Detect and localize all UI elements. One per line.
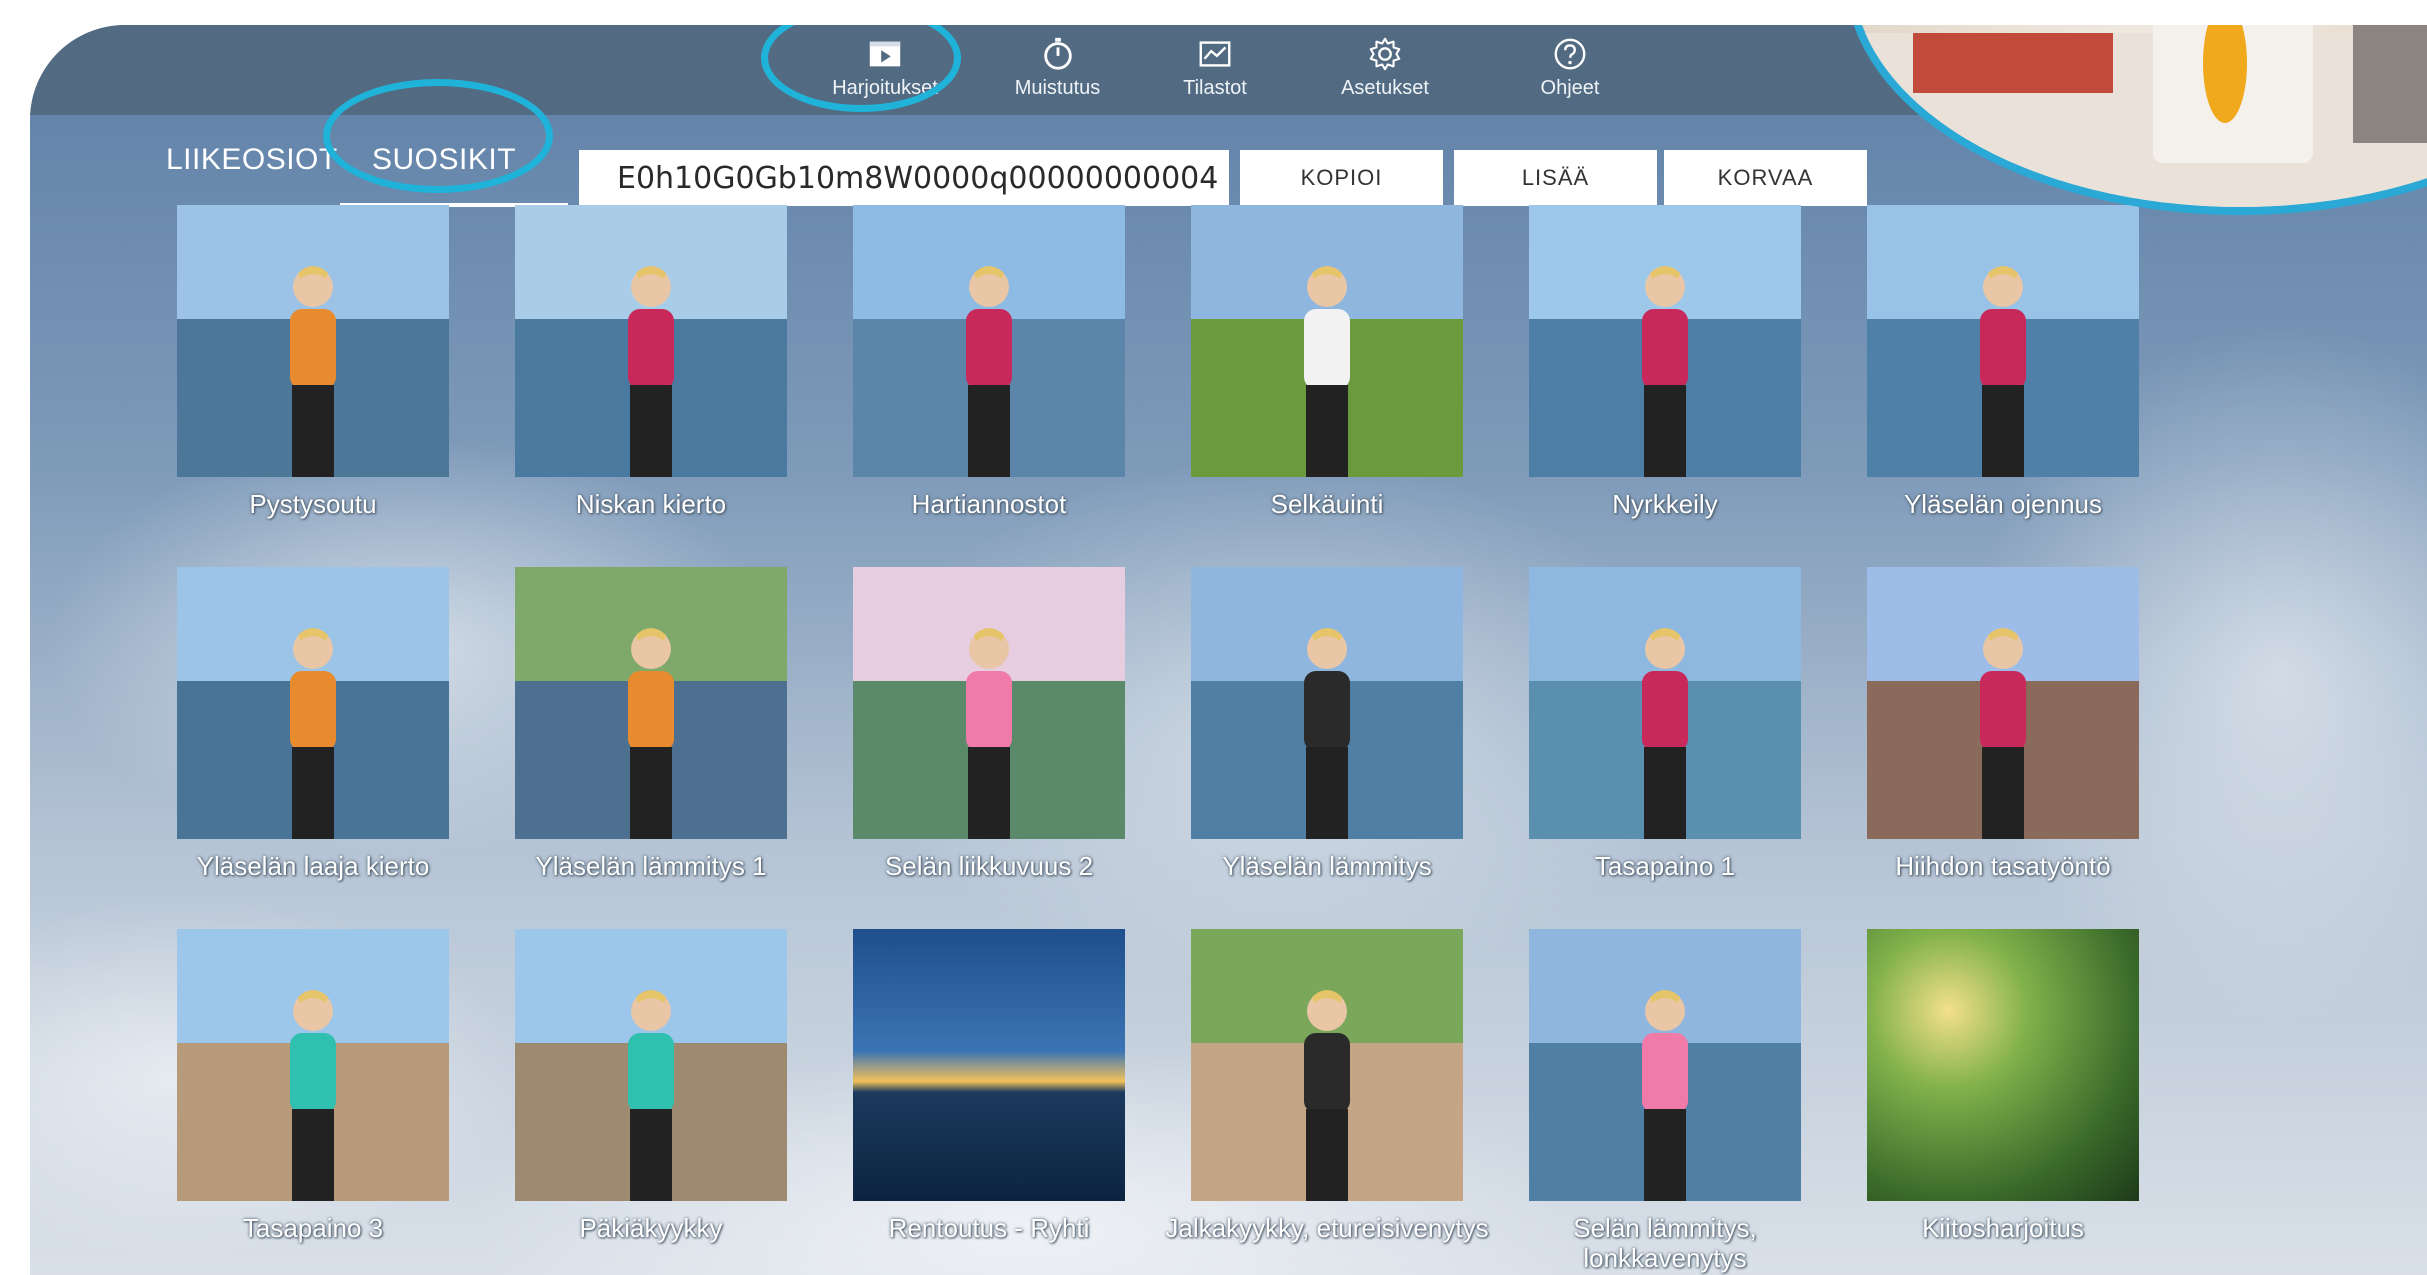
- exercise-name: Selän liikkuvuus 2: [884, 851, 1094, 881]
- exercise-tile[interactable]: Päkiäkyykky: [515, 929, 787, 1243]
- exercise-person-image: [1928, 607, 2078, 839]
- exercise-thumbnail: [1529, 567, 1801, 839]
- exercise-thumbnail: [1867, 205, 2139, 477]
- exercise-tile[interactable]: Hartiannostot: [853, 205, 1125, 519]
- exercise-person-image: [914, 245, 1064, 477]
- exercise-person-image: [1590, 969, 1740, 1201]
- exercise-tile[interactable]: Selän lämmitys, lonkkavenytys: [1529, 929, 1801, 1273]
- exercise-thumbnail: [1529, 929, 1801, 1201]
- exercise-name: Hartiannostot: [911, 489, 1067, 519]
- exercise-person-image: [576, 969, 726, 1201]
- exercise-thumbnail: [1191, 567, 1463, 839]
- exercise-grid: Pystysoutu Niskan kierto Hartiannostot Selk…: [30, 25, 2427, 1275]
- exercise-thumbnail: [853, 567, 1125, 839]
- exercise-person-image: [914, 607, 1064, 839]
- exercise-person-image: [1590, 245, 1740, 477]
- exercise-name: Yläselän lämmitys 1: [535, 851, 767, 881]
- exercise-thumbnail: [1191, 929, 1463, 1201]
- exercise-name: Päkiäkyykky: [579, 1213, 723, 1243]
- exercise-thumbnail: [853, 205, 1125, 477]
- exercise-person-image: [1252, 607, 1402, 839]
- exercise-thumbnail: [853, 929, 1125, 1201]
- exercise-thumbnail: [1867, 929, 2139, 1201]
- exercise-thumbnail: [177, 567, 449, 839]
- exercise-name: Pystysoutu: [249, 489, 377, 519]
- exercise-person-image: [238, 969, 388, 1201]
- exercise-name: Selkäuinti: [1270, 489, 1384, 519]
- exercise-thumbnail: [515, 205, 787, 477]
- exercise-person-image: [1928, 245, 2078, 477]
- exercise-name: Jalkakyykky, etureisivenytys: [1165, 1213, 1489, 1243]
- exercise-name: Rentoutus - Ryhti: [888, 1213, 1090, 1243]
- exercise-tile[interactable]: Tasapaino 3: [177, 929, 449, 1243]
- exercise-name: Kiitosharjoitus: [1922, 1213, 2084, 1243]
- exercise-thumbnail: [515, 929, 787, 1201]
- exercise-tile[interactable]: Selkäuinti: [1191, 205, 1463, 519]
- exercise-name: Yläselän laaja kierto: [196, 851, 430, 881]
- exercise-person-image: [238, 607, 388, 839]
- exercise-name: Nyrkkeily: [1612, 489, 1718, 519]
- exercise-person-image: [1252, 245, 1402, 477]
- exercise-tile[interactable]: Yläselän laaja kierto: [177, 567, 449, 881]
- exercise-tile[interactable]: Selän liikkuvuus 2: [853, 567, 1125, 881]
- app-window: Harjoitukset Muistutus Tilastot Asetukse…: [30, 25, 2427, 1275]
- video-overlay-image: [1845, 25, 2427, 215]
- exercise-person-image: [576, 607, 726, 839]
- exercise-thumbnail: [1529, 205, 1801, 477]
- exercise-name: Tasapaino 3: [242, 1213, 384, 1243]
- exercise-tile[interactable]: Nyrkkeily: [1529, 205, 1801, 519]
- exercise-person-image: [1252, 969, 1402, 1201]
- exercise-thumbnail: [177, 929, 449, 1201]
- exercise-tile[interactable]: Kiitosharjoitus: [1867, 929, 2139, 1243]
- exercise-tile[interactable]: Pystysoutu: [177, 205, 449, 519]
- exercise-person-image: [238, 245, 388, 477]
- exercise-name: Hiihdon tasatyöntö: [1895, 851, 2111, 881]
- exercise-tile[interactable]: Jalkakyykky, etureisivenytys: [1165, 929, 1489, 1243]
- exercise-thumbnail: [515, 567, 787, 839]
- exercise-name: Niskan kierto: [575, 489, 727, 519]
- exercise-tile[interactable]: Yläselän lämmitys: [1191, 567, 1463, 881]
- exercise-thumbnail: [1867, 567, 2139, 839]
- exercise-tile[interactable]: Hiihdon tasatyöntö: [1867, 567, 2139, 881]
- exercise-name: Yläselän ojennus: [1903, 489, 2103, 519]
- exercise-thumbnail: [177, 205, 449, 477]
- exercise-tile[interactable]: Yläselän ojennus: [1867, 205, 2139, 519]
- exercise-person-image: [1590, 607, 1740, 839]
- exercise-person-image: [576, 245, 726, 477]
- exercise-tile[interactable]: Yläselän lämmitys 1: [515, 567, 787, 881]
- exercise-tile[interactable]: Tasapaino 1: [1529, 567, 1801, 881]
- exercise-tile[interactable]: Niskan kierto: [515, 205, 787, 519]
- exercise-name: Tasapaino 1: [1594, 851, 1736, 881]
- exercise-name: Selän lämmitys, lonkkavenytys: [1573, 1213, 1757, 1273]
- exercise-tile[interactable]: Rentoutus - Ryhti: [853, 929, 1125, 1243]
- exercise-name: Yläselän lämmitys: [1222, 851, 1432, 881]
- exercise-thumbnail: [1191, 205, 1463, 477]
